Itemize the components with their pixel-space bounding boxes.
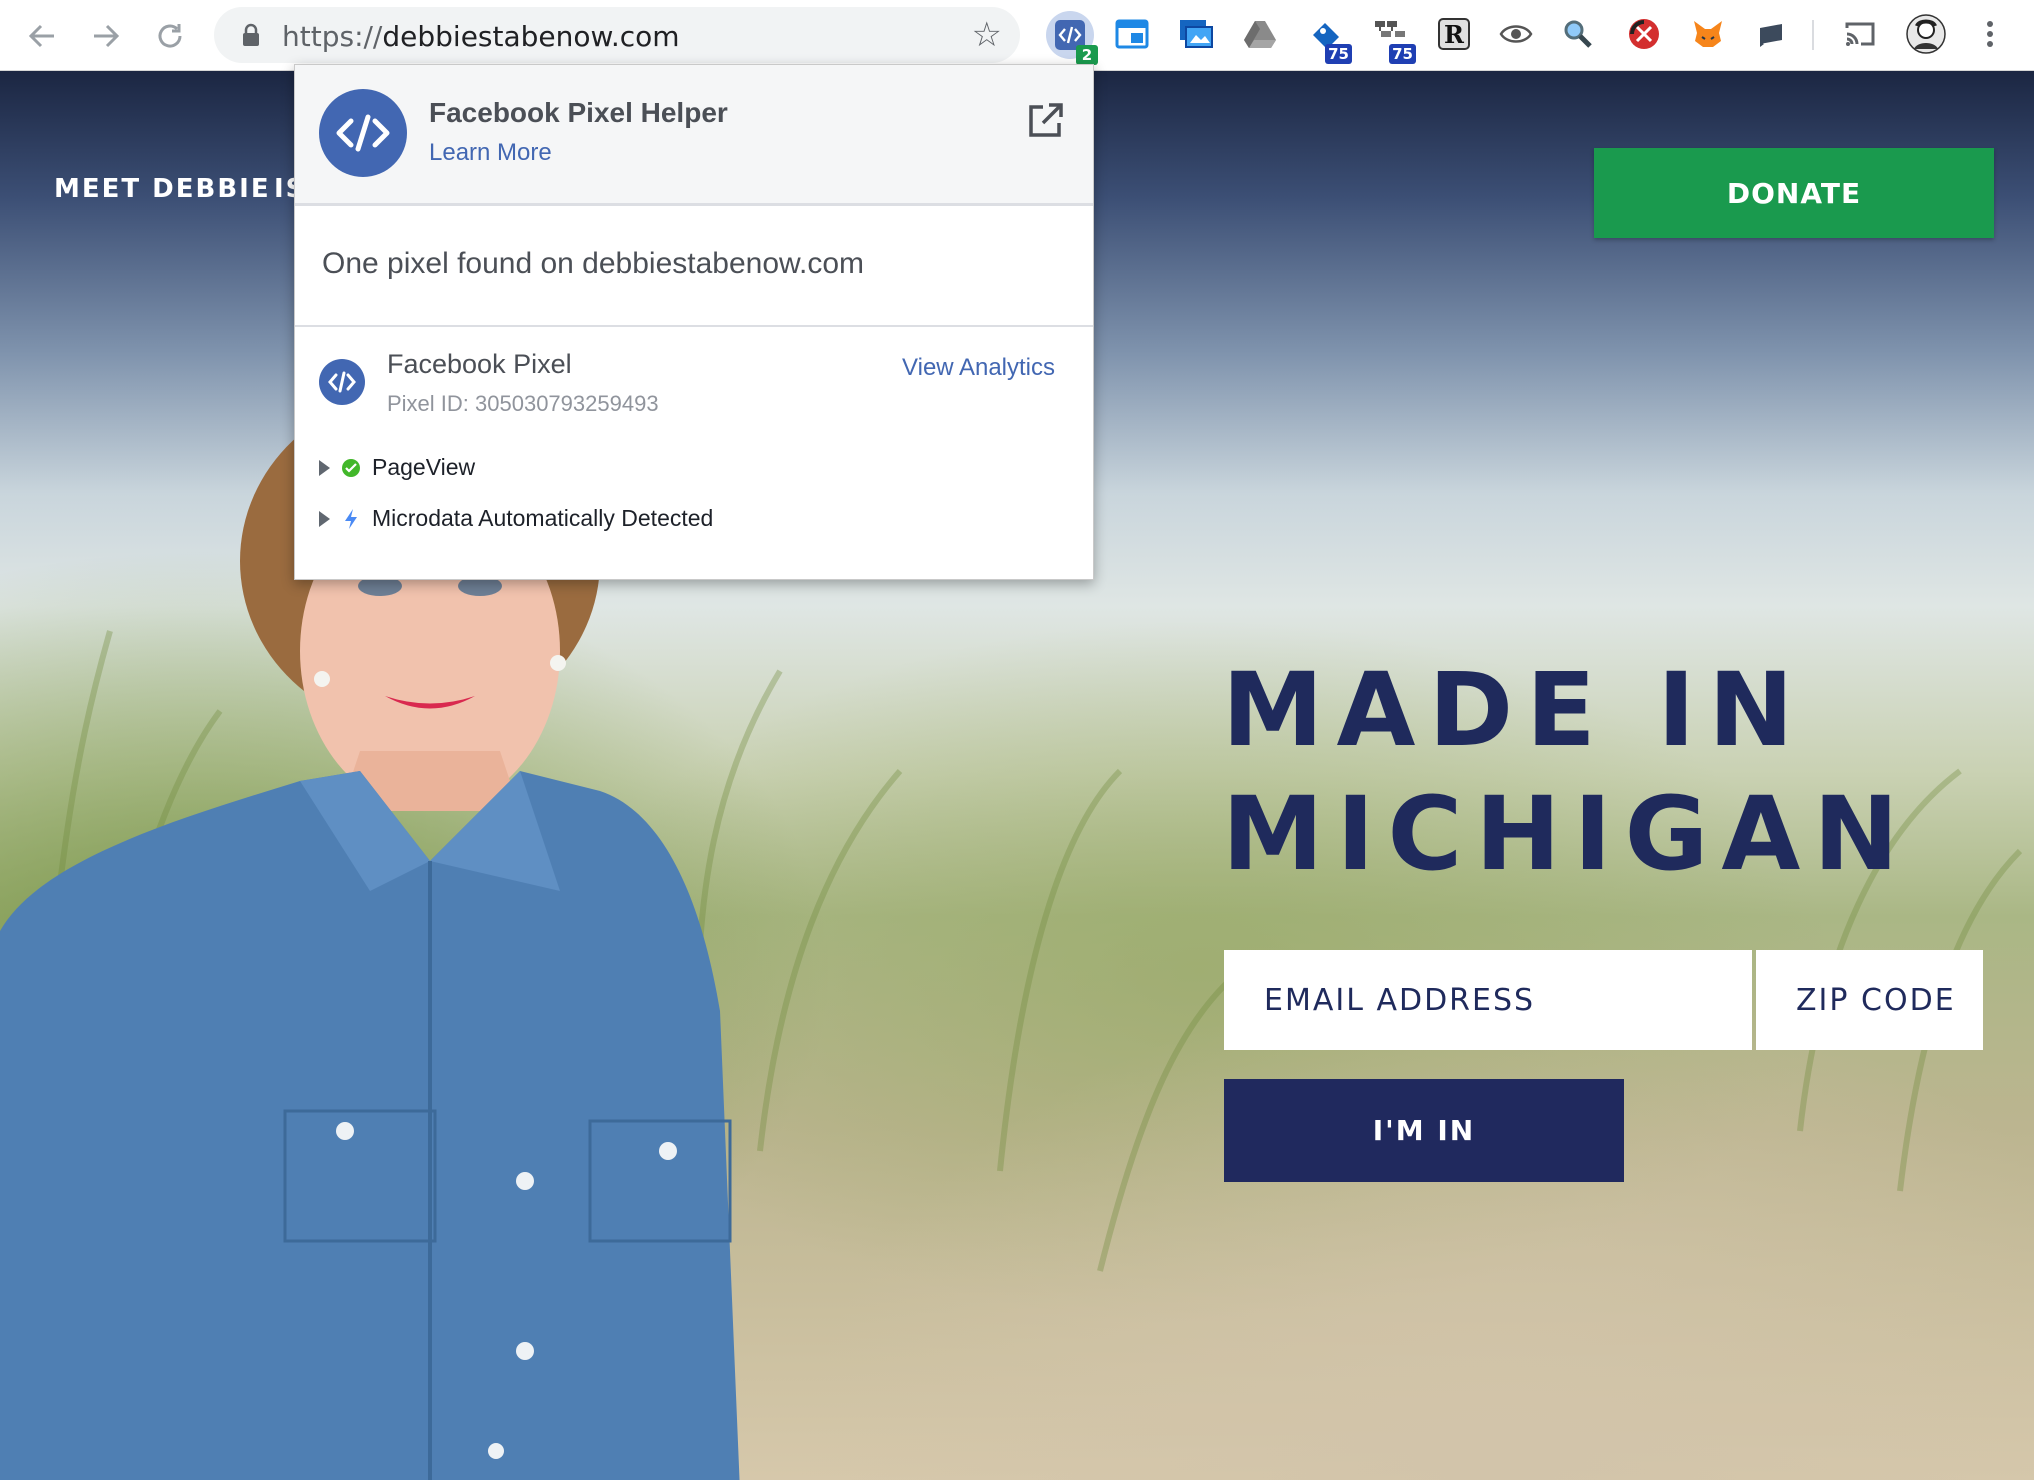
screenshot-icon [1180,20,1213,48]
popup-title: Facebook Pixel Helper [429,97,728,128]
reload-icon [158,24,182,48]
fox-icon [1694,21,1722,47]
reload-button[interactable] [148,14,192,58]
window-icon [1115,19,1149,49]
cast-button[interactable] [1840,14,1880,54]
expand-triangle-icon[interactable] [319,459,330,476]
back-button[interactable] [20,14,64,58]
event-label: Microdata Automatically Detected [372,505,714,531]
window-extension[interactable] [1112,14,1152,54]
view-analytics-link[interactable]: View Analytics [902,354,1055,382]
google-drive-extension[interactable] [1240,14,1280,54]
lightning-bolt-icon [345,508,357,529]
pixel-summary: One pixel found on debbiestabenow.com [322,247,865,280]
search-extension[interactable] [1558,14,1598,54]
pixel-id: Pixel ID: 305030793259493 [387,391,659,416]
facebook-pixel-helper-extension[interactable]: 2 [1046,11,1098,65]
code-brackets-icon [328,371,356,393]
pixel-helper-logo [319,89,407,177]
im-in-button[interactable]: I'M IN [1224,1079,1624,1182]
drive-icon [1244,21,1276,48]
open-external-icon[interactable] [1027,101,1065,139]
headline-line-1: MADE IN [1222,651,1807,770]
event-label: PageView [372,454,476,480]
profile-avatar[interactable] [1906,14,1946,54]
extension-badge: 2 [1076,45,1098,65]
code-brackets-icon [336,114,390,152]
headline: MADE IN MICHIGAN [1222,649,1912,897]
magnifier-icon [1564,20,1592,48]
bookmark-star-icon[interactable]: ☆ [972,17,1002,53]
extension-badge: 75 [1389,44,1416,64]
pixel-logo [319,359,365,405]
r-letter-icon: R [1438,18,1470,50]
lock-icon [243,23,259,46]
popup-divider [295,325,1093,327]
pixel-helper-popup: Facebook Pixel Helper Learn More One pix… [294,64,1094,580]
url-text: https://debbiestabenow.com [282,20,680,53]
chat-extension[interactable] [1752,14,1792,54]
ticket-extension[interactable]: 75 [1306,14,1352,64]
kebab-menu-icon [1987,21,1993,47]
check-circle-icon [342,458,360,477]
browser-menu-button[interactable] [1970,14,2010,54]
extension-badge: 75 [1325,44,1352,64]
url-host: debbiestabenow.com [382,20,680,53]
svg-text:R: R [1444,20,1465,49]
blocker-icon [1629,19,1659,49]
chat-icon [1760,24,1782,47]
headline-line-2: MICHIGAN [1222,775,1912,894]
readability-extension[interactable]: R [1434,14,1474,54]
address-bar[interactable]: https://debbiestabenow.com ☆ [214,7,1020,63]
metamask-extension[interactable] [1688,14,1728,54]
browser-toolbar: https://debbiestabenow.com ☆ 2 75 75 R [0,0,2034,71]
avatar-icon [1906,14,1946,54]
nav-meet-debbie[interactable]: MEET DEBBIE [54,174,271,204]
event-row-microdata[interactable]: Microdata Automatically Detected [319,505,713,532]
event-row-pageview[interactable]: PageView [319,454,475,481]
popup-header: Facebook Pixel Helper Learn More [295,65,1093,206]
arrow-right-icon [94,24,120,48]
expand-triangle-icon[interactable] [319,510,330,527]
zip-code-field[interactable] [1756,950,1983,1050]
email-field[interactable] [1224,950,1752,1050]
forward-button[interactable] [84,14,128,58]
eye-extension[interactable] [1496,14,1536,54]
cast-icon [1845,22,1875,46]
screenshot-extension[interactable] [1176,14,1216,54]
eye-icon [1499,25,1533,43]
url-scheme: https:// [282,20,383,53]
blocker-extension[interactable] [1624,14,1664,54]
toolbar-divider [1812,20,1814,50]
pixel-name: Facebook Pixel [387,349,572,379]
donate-button[interactable]: DONATE [1594,148,1994,238]
arrow-left-icon [28,24,54,48]
tree-extension[interactable]: 75 [1370,14,1416,64]
learn-more-link[interactable]: Learn More [429,139,552,167]
